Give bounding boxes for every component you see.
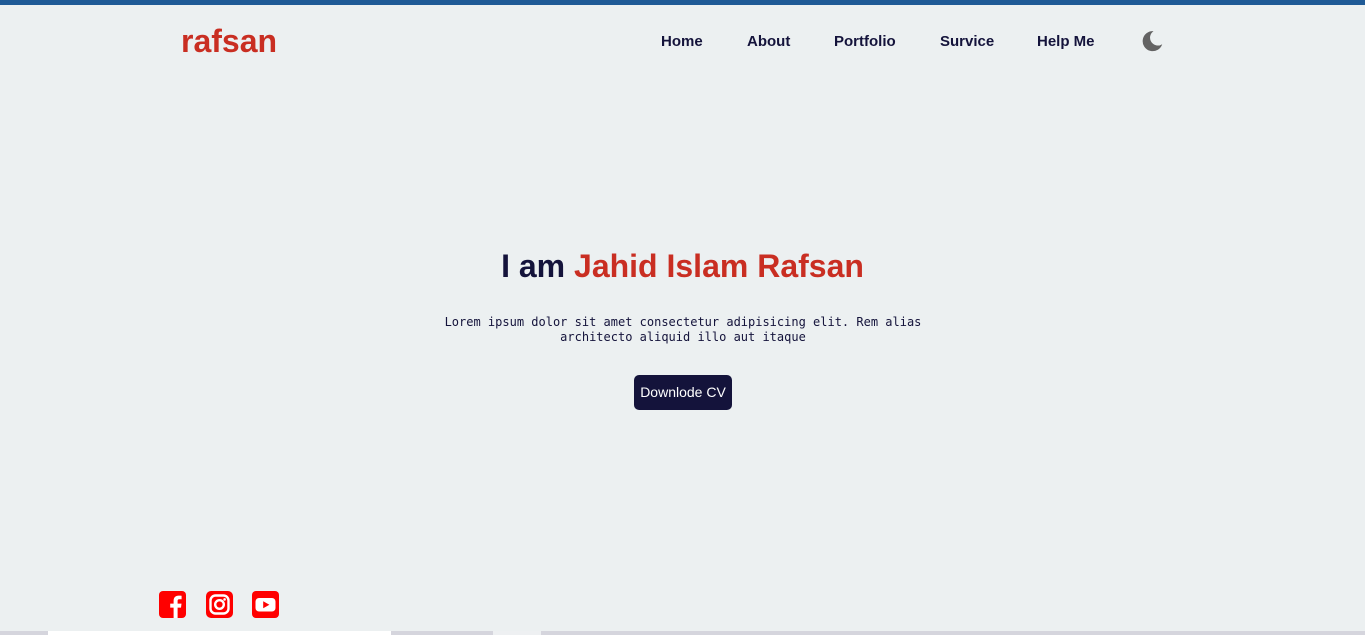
hero-title: I am Jahid Islam Rafsan [0,246,1365,286]
youtube-icon [252,591,279,618]
nav-link-home[interactable]: Home [661,31,703,53]
facebook-icon [159,591,186,618]
scrollbar-segment [493,631,541,635]
scrollbar-thumb[interactable] [48,631,391,635]
instagram-link[interactable] [206,591,233,618]
hero-title-name: Jahid Islam Rafsan [574,248,864,284]
nav-link-portfolio[interactable]: Portfolio [834,31,896,53]
theme-toggle-button[interactable] [1140,29,1164,53]
nav-link-service[interactable]: Survice [940,31,994,53]
horizontal-scrollbar[interactable] [0,631,1365,635]
hero-title-prefix: I am [501,248,575,284]
instagram-icon [206,591,233,618]
moon-icon [1142,31,1163,52]
youtube-link[interactable] [252,591,279,618]
facebook-link[interactable] [159,591,186,618]
download-cv-button[interactable]: Downlode CV [634,375,732,410]
top-strip [0,0,1365,5]
nav-link-about[interactable]: About [747,31,790,53]
site-logo[interactable]: rafsan [181,21,277,61]
nav-link-help-me[interactable]: Help Me [1037,31,1095,53]
hero-description: Lorem ipsum dolor sit amet consectetur a… [444,315,922,344]
